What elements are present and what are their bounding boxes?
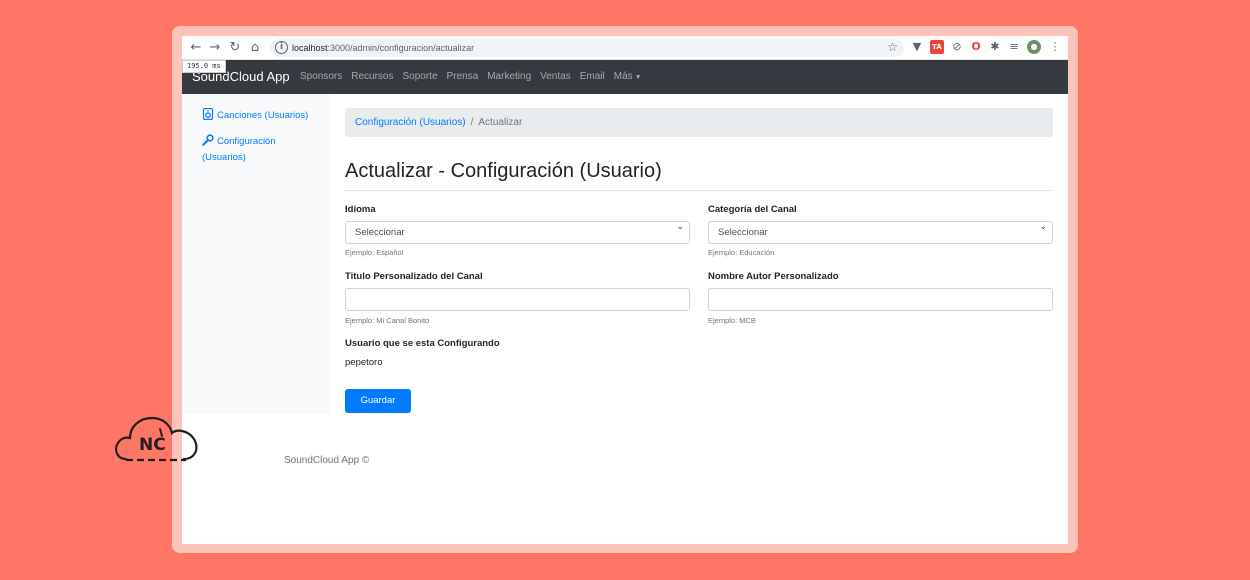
breadcrumb-separator: / bbox=[470, 117, 474, 128]
timing-badge: 195.0 ms bbox=[182, 60, 226, 73]
browser-toolbar: ← → ↻ ⌂ i localhost:3000/admin/configura… bbox=[182, 36, 1068, 60]
idioma-help: Ejemplo: Español bbox=[345, 248, 404, 257]
vue-extension-icon[interactable]: ▼ bbox=[910, 40, 924, 54]
url-text[interactable]: localhost:3000/admin/configuracion/actua… bbox=[292, 41, 474, 55]
speaker-icon bbox=[202, 108, 214, 120]
nav-link-email[interactable]: Email bbox=[580, 70, 605, 85]
sidebar: Canciones (Usuarios) Configuración (Usua… bbox=[182, 94, 330, 414]
breadcrumb-link[interactable]: Configuración (Usuarios) bbox=[355, 117, 466, 128]
autor-help: Ejemplo: MCB bbox=[708, 316, 756, 325]
nav-link-sponsors[interactable]: Sponsors bbox=[300, 70, 342, 85]
opera-extension-icon[interactable]: O bbox=[969, 40, 983, 54]
breadcrumb: Configuración (Usuarios) / Actualizar bbox=[345, 108, 1053, 137]
url-host: localhost bbox=[292, 43, 328, 53]
guardar-button[interactable]: Guardar bbox=[345, 389, 411, 413]
navbar-links: Sponsors Recursos Soporte Prensa Marketi… bbox=[300, 70, 642, 85]
wrench-icon bbox=[202, 134, 214, 146]
nc-cloud-logo: NC bbox=[115, 416, 198, 462]
logo-text: NC bbox=[139, 435, 166, 455]
breadcrumb-active: Actualizar bbox=[478, 117, 523, 128]
titulo-label: Titulo Personalizado del Canal bbox=[345, 271, 483, 282]
idioma-label: Idioma bbox=[345, 204, 376, 215]
nav-link-marketing[interactable]: Marketing bbox=[487, 70, 531, 85]
autor-label: Nombre Autor Personalizado bbox=[708, 271, 839, 282]
app-navbar: SoundCloud App Sponsors Recursos Soporte… bbox=[182, 60, 1068, 94]
bookmark-star-icon[interactable]: ☆ bbox=[887, 40, 898, 54]
footer-text: SoundCloud App © bbox=[284, 455, 370, 466]
idioma-select-value: Seleccionar bbox=[355, 227, 405, 238]
usuario-value: pepetoro bbox=[345, 357, 383, 368]
info-icon[interactable]: i bbox=[275, 41, 288, 54]
nav-link-soporte[interactable]: Soporte bbox=[403, 70, 438, 85]
sidebar-item-canciones[interactable]: Canciones (Usuarios) bbox=[202, 108, 308, 124]
categoria-select[interactable]: Seleccionar ⌄ bbox=[708, 221, 1053, 244]
sidebar-item-configuracion[interactable]: Configuración (Usuarios) bbox=[202, 134, 312, 166]
categoria-label: Categoría del Canal bbox=[708, 204, 797, 215]
categoria-help: Ejemplo: Educación bbox=[708, 248, 775, 257]
caret-down-icon: ▼ bbox=[634, 74, 642, 81]
page-title: Actualizar - Configuración (Usuario) bbox=[345, 160, 662, 182]
url-path: :3000/admin/configuracion/actualizar bbox=[327, 43, 475, 53]
chevron-down-icon: ⌄ bbox=[1039, 222, 1047, 232]
autor-input[interactable] bbox=[708, 288, 1053, 311]
nav-dropdown-mas[interactable]: Más ▼ bbox=[614, 70, 642, 85]
chevron-down-icon: ⌄ bbox=[676, 222, 684, 232]
idioma-select[interactable]: Seleccionar ⌄ bbox=[345, 221, 690, 244]
forward-icon[interactable]: → bbox=[207, 39, 223, 57]
media-queue-icon[interactable]: ≡ bbox=[1007, 40, 1021, 54]
address-bar[interactable]: i localhost:3000/admin/configuracion/act… bbox=[270, 39, 904, 57]
nav-link-prensa[interactable]: Prensa bbox=[447, 70, 479, 85]
nav-link-ventas[interactable]: Ventas bbox=[540, 70, 571, 85]
title-divider bbox=[345, 190, 1053, 191]
home-icon[interactable]: ⌂ bbox=[247, 39, 263, 57]
categoria-select-value: Seleccionar bbox=[718, 227, 768, 238]
sidebar-item-label: Canciones (Usuarios) bbox=[217, 110, 309, 121]
puzzle-extensions-icon[interactable]: ✱ bbox=[988, 40, 1002, 54]
usuario-label: Usuario que se esta Configurando bbox=[345, 338, 500, 349]
browser-menu-icon[interactable]: ⋮ bbox=[1048, 40, 1062, 54]
reload-icon[interactable]: ↻ bbox=[227, 39, 243, 57]
profile-avatar[interactable]: ● bbox=[1027, 40, 1041, 54]
nav-dropdown-label: Más bbox=[613, 71, 633, 82]
red-extension-icon[interactable]: TA bbox=[930, 40, 944, 54]
block-extension-icon[interactable]: ⊘ bbox=[950, 40, 964, 54]
titulo-input[interactable] bbox=[345, 288, 690, 311]
back-icon[interactable]: ← bbox=[188, 39, 204, 57]
titulo-help: Ejemplo: Mi Canal Bonito bbox=[345, 316, 430, 325]
browser-window: ← → ↻ ⌂ i localhost:3000/admin/configura… bbox=[182, 36, 1068, 544]
nav-link-recursos[interactable]: Recursos bbox=[351, 70, 393, 85]
